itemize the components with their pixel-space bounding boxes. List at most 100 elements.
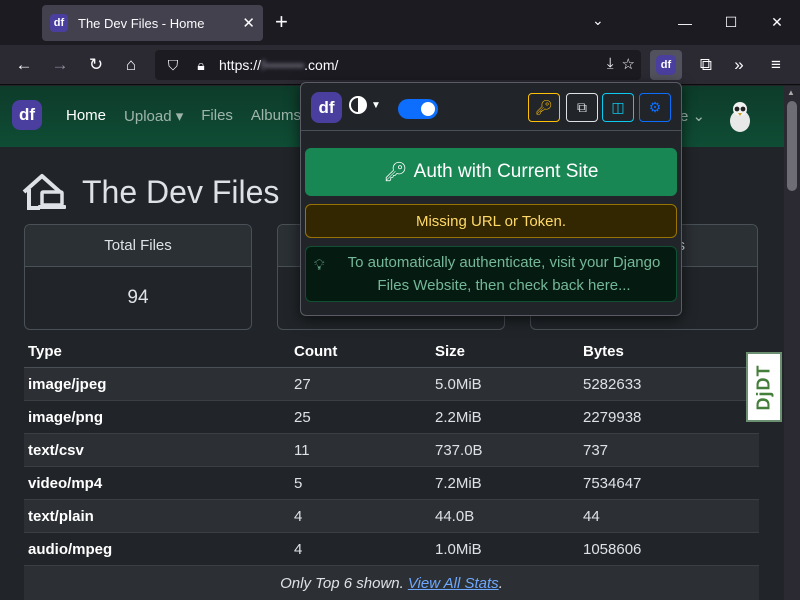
caret-down-icon: ▼ [371,99,381,111]
open-external-button[interactable]: ⧉ [566,93,598,122]
nav-user-menu[interactable]: e ⌄ [680,107,705,125]
site-logo[interactable]: df [12,100,42,130]
cell-type: image/png [24,400,290,434]
popup-logo: df [311,92,342,123]
house-laptop-icon [22,174,66,210]
browser-toolbar: ← → ↻ ⌂ ⛉ 🔒︎ https://f••••••••.com/ ⤓ ☆ … [0,45,800,85]
extension-popup: df ▼ 🔑︎ ⧉ ◫ ⚙ 🔑︎ Auth with Current Site … [300,82,682,316]
cell-size: 44.0B [431,499,579,533]
enable-toggle[interactable] [398,99,438,119]
nav-home[interactable]: Home [66,107,106,125]
maximize-icon[interactable]: ☐ [708,0,754,45]
shield-icon[interactable]: ⛉ [163,57,183,74]
theme-switcher[interactable]: ▼ [349,96,381,114]
auth-button-label: Auth with Current Site [413,161,599,182]
nav-albums[interactable]: Albums [251,107,301,125]
gears-icon: ⚙ [648,99,662,115]
tab-title: The Dev Files - Home [78,15,205,31]
columns-icon: ◫ [611,99,625,115]
scrollbar-thumb[interactable] [787,101,797,191]
col-type: Type [24,336,290,368]
extensions-puzzle-icon[interactable]: ⧉ [694,53,718,77]
lock-icon[interactable]: 🔒︎ [191,57,211,74]
cell-count: 4 [290,532,431,566]
cell-count: 25 [290,400,431,434]
cell-size: 1.0MiB [431,532,579,566]
cell-bytes: 737 [579,433,759,467]
col-bytes: Bytes [579,336,759,368]
scroll-up-icon[interactable]: ▲ [787,88,795,97]
table-row: image/png 25 2.2MiB 2279938 [24,400,759,434]
page-heading: The Dev Files [82,173,280,210]
nav-files[interactable]: Files [201,107,233,125]
page-scrollbar[interactable]: ▲ [784,86,800,600]
key-icon: 🔑︎ [383,162,408,183]
overflow-chevron-icon[interactable]: » [727,53,751,77]
stats-footer-text: Only Top 6 shown. [280,574,404,592]
df-extension-icon: df [656,55,676,75]
cell-type: text/csv [24,433,290,467]
sidebar-button[interactable]: ◫ [602,93,634,122]
cell-count: 4 [290,499,431,533]
col-size: Size [431,336,579,368]
browser-tab[interactable]: df The Dev Files - Home ✕ [42,5,263,41]
close-window-icon[interactable]: ✕ [754,0,800,45]
key-button[interactable]: 🔑︎ [528,93,560,122]
url-bar[interactable]: ⛉ 🔒︎ https://f••••••••.com/ ⤓ ☆ [155,50,641,80]
url-text[interactable]: https://f••••••••.com/ [219,57,338,73]
external-link-icon: ⧉ [577,99,587,115]
cell-bytes: 1058606 [579,532,759,566]
lightbulb-icon: 💡︎ [314,257,325,274]
contrast-icon [349,96,367,114]
table-header-row: Type Count Size Bytes [24,336,759,368]
list-tabs-chevron-icon[interactable]: ⌄ [592,12,604,29]
settings-button[interactable]: ⚙ [639,93,671,122]
cell-bytes: 2279938 [579,400,759,434]
stat-card-title: Total Files [25,225,251,267]
cell-size: 7.2MiB [431,466,579,500]
user-avatar[interactable] [726,98,754,134]
menu-icon[interactable]: ≡ [764,53,788,77]
key-icon: 🔑︎ [535,99,553,115]
auth-with-current-site-button[interactable]: 🔑︎ Auth with Current Site [305,148,677,196]
forward-arrow-icon[interactable]: → [48,53,72,77]
col-count: Count [290,336,431,368]
popup-header: df ▼ 🔑︎ ⧉ ◫ ⚙ [301,83,681,131]
stat-card-value: 94 [127,287,149,308]
back-arrow-icon[interactable]: ← [12,53,36,77]
cell-count: 5 [290,466,431,500]
browser-tab-bar: df The Dev Files - Home ✕ + ⌄ — ☐ ✕ [0,0,800,45]
info-alert: 💡︎ To automatically authenticate, visit … [305,246,677,302]
table-row: text/csv 11 737.0B 737 [24,433,759,467]
bookmark-star-icon[interactable]: ☆ [622,55,635,73]
save-page-icon[interactable]: ⤓ [607,55,614,73]
cell-type: audio/mpeg [24,532,290,566]
new-tab-icon[interactable]: + [275,10,288,34]
django-files-extension-button[interactable]: df [650,50,682,80]
cell-type: video/mp4 [24,466,290,500]
stat-card-total-files: Total Files 94 [24,224,252,330]
minimize-icon[interactable]: — [662,0,708,45]
cell-count: 11 [290,433,431,467]
django-debug-toolbar-handle[interactable]: DjDT [746,352,782,422]
tab-close-icon[interactable]: ✕ [242,14,255,32]
stats-footer-end: . [498,574,503,592]
page-title: The Dev Files [22,172,279,212]
view-all-stats-link[interactable]: View All Stats [408,575,499,592]
cell-bytes: 5282633 [579,367,759,401]
nav-upload[interactable]: Upload ▾ [124,107,183,125]
cell-type: image/jpeg [24,367,290,401]
cell-bytes: 7534647 [579,466,759,500]
home-icon[interactable]: ⌂ [119,53,143,77]
cell-size: 5.0MiB [431,367,579,401]
table-row: text/plain 4 44.0B 44 [24,499,759,533]
reload-icon[interactable]: ↻ [84,53,108,77]
avatar-icon [730,102,750,132]
info-text: To automatically authenticate, visit you… [347,254,661,294]
cell-count: 27 [290,367,431,401]
table-row: image/jpeg 27 5.0MiB 5282633 [24,367,759,401]
file-type-stats-table: Type Count Size Bytes image/jpeg 27 5.0M… [24,336,759,566]
cell-size: 737.0B [431,433,579,467]
tab-favicon: df [50,14,68,32]
missing-token-alert: Missing URL or Token. [305,204,677,238]
